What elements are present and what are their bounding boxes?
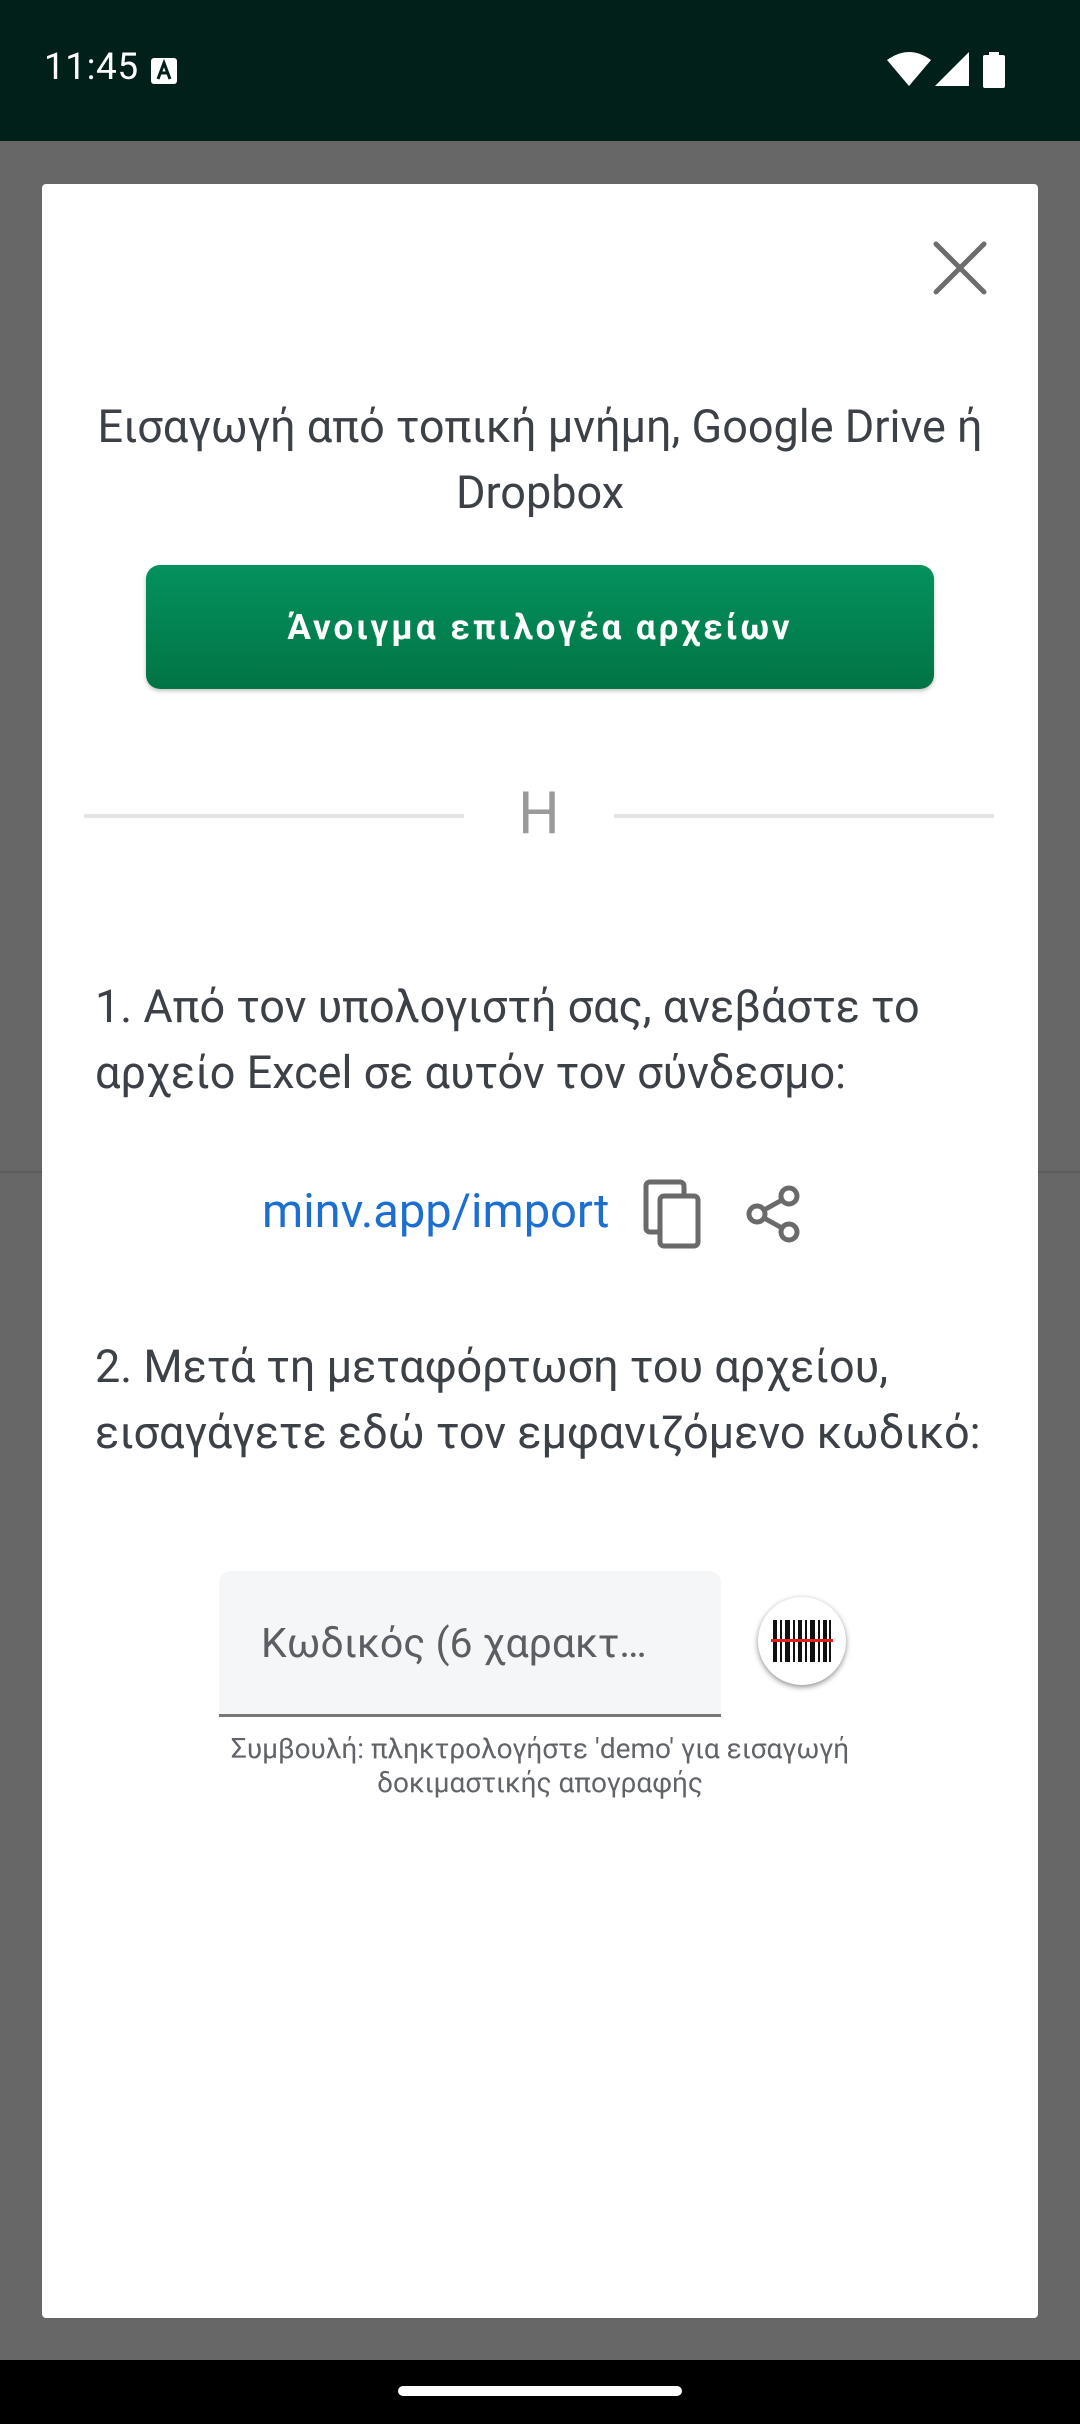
home-gesture-handle[interactable] <box>398 2386 682 2396</box>
open-file-picker-button[interactable]: Άνοιγμα επιλογέα αρχείων <box>146 565 934 689</box>
signal-icon <box>935 52 969 86</box>
step1-text: 1. Από τον υπολογιστή σας, ανεβάστε το α… <box>95 980 920 1099</box>
close-icon <box>933 241 987 295</box>
code-input[interactable] <box>259 1571 703 1716</box>
barcode-scan-icon <box>771 1620 833 1662</box>
import-link-row: minv.app/import <box>42 1164 1038 1264</box>
status-bar: 11:45 <box>0 0 1080 141</box>
code-field[interactable] <box>219 1571 721 1717</box>
copy-icon <box>643 1179 701 1249</box>
scan-barcode-button[interactable] <box>758 1597 846 1685</box>
close-button[interactable] <box>920 228 1000 308</box>
share-link-button[interactable] <box>734 1174 814 1254</box>
step2-text: 2. Μετά τη μεταφόρτωση του αρχείου, εισα… <box>95 1340 981 1459</box>
intro-text: Εισαγωγή από τοπική μνήμη, Google Drive … <box>97 400 983 519</box>
import-dialog: Εισαγωγή από τοπική μνήμη, Google Drive … <box>42 184 1038 2318</box>
a-notification-icon <box>151 58 177 84</box>
battery-icon <box>983 52 1005 88</box>
divider-right <box>614 814 994 818</box>
status-time: 11:45 <box>44 46 139 89</box>
hint-text: Συμβουλή: πληκτρολογήστε 'demo' για εισα… <box>230 1732 850 1799</box>
divider-left <box>84 814 464 818</box>
share-icon <box>746 1185 800 1243</box>
import-link[interactable]: minv.app/import <box>262 1184 609 1239</box>
or-separator-label: Η <box>518 780 560 848</box>
copy-link-button[interactable] <box>632 1164 712 1264</box>
wifi-icon <box>887 52 931 86</box>
